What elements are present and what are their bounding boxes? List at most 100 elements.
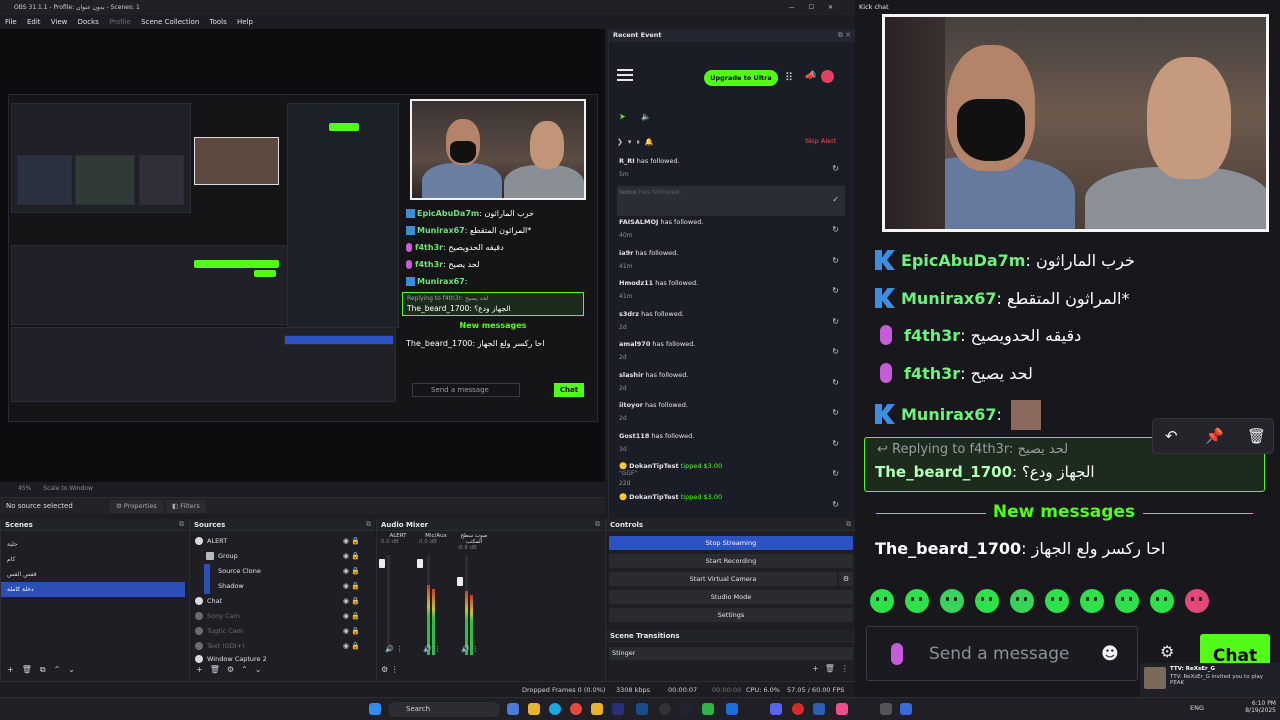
emote-icon[interactable] (870, 589, 894, 613)
megaphone-icon[interactable]: 📣 (805, 71, 816, 81)
app-icon[interactable] (813, 703, 825, 715)
mixer-fader[interactable] (379, 559, 385, 568)
speaker-icon[interactable]: 🔊 ⋮ (423, 645, 441, 653)
emote-icon[interactable] (940, 589, 964, 613)
menu-view[interactable]: View (51, 18, 68, 26)
check-icon[interactable]: ✓ (832, 195, 839, 204)
dock-float-icon[interactable]: ⧉ (846, 520, 851, 529)
menu-scene-collection[interactable]: Scene Collection (141, 18, 199, 26)
menu-profile[interactable]: Profile (109, 18, 131, 26)
new-messages-divider[interactable]: New messages (858, 500, 1270, 526)
scenes-toolbar[interactable]: +🗑⧉⌃⌄ (7, 665, 83, 675)
source-item[interactable]: Sony Cam ◉ 🔒 (190, 609, 363, 624)
transition-select[interactable]: Stinger (609, 647, 853, 660)
lock-icon[interactable]: 🔒 (351, 534, 360, 549)
event-row[interactable]: R_RI has followed. 5m ↻ (617, 155, 845, 185)
chat-username[interactable]: Munirax67 (901, 405, 996, 424)
transition-toolbar[interactable]: +🗑⋮ (812, 664, 855, 673)
replay-icon[interactable]: ↻ (832, 347, 839, 356)
replay-icon[interactable]: ↻ (832, 286, 839, 295)
delete-icon[interactable]: 🗑 (1247, 427, 1266, 445)
emote-icon[interactable] (975, 589, 999, 613)
source-item[interactable]: Shadow ◉ 🔒 (190, 579, 363, 594)
eye-icon[interactable]: ◉ (343, 534, 349, 549)
lock-icon[interactable]: 🔒 (351, 639, 360, 654)
chrome-icon[interactable] (570, 703, 582, 715)
menu-tools[interactable]: Tools (210, 18, 227, 26)
skip-alert-button[interactable]: Skip Alert (805, 137, 836, 145)
emote-icon[interactable] (1115, 589, 1139, 613)
windows-start-icon[interactable] (369, 703, 381, 715)
user-avatar[interactable] (821, 70, 834, 83)
replay-icon[interactable]: ↻ (832, 164, 839, 173)
menu-file[interactable]: File (5, 18, 17, 26)
stop-streaming-button[interactable]: Stop Streaming (609, 536, 853, 550)
event-row[interactable]: iitoyor has followed. 2d ↻ (617, 399, 845, 429)
window-controls[interactable]: —☐✕ (789, 0, 847, 15)
menu-edit[interactable]: Edit (27, 18, 41, 26)
photoshop-icon[interactable] (636, 703, 648, 715)
emote-icon[interactable] (1185, 589, 1209, 613)
language-indicator[interactable]: ENG (1190, 704, 1204, 712)
obs-icon[interactable] (659, 703, 671, 715)
announce-icon[interactable]: 🔈 (641, 112, 651, 121)
chat-settings-icon[interactable]: ⚙ (1160, 642, 1174, 661)
filters-button[interactable]: ◧ Filters (166, 500, 206, 513)
source-item[interactable]: Group ◉ 🔒 (190, 549, 363, 564)
lock-icon[interactable]: 🔒 (351, 579, 360, 594)
chat-username[interactable]: f4th3r (904, 326, 960, 345)
edge-icon[interactable] (549, 703, 561, 715)
start-virtual-camera-button[interactable]: Start Virtual Camera (609, 572, 837, 586)
discord-icon[interactable] (770, 703, 782, 715)
event-row[interactable]: ia9r has followed. 41m ↻ (617, 247, 845, 277)
pin-icon[interactable]: 📌 (1205, 427, 1224, 445)
lock-icon[interactable]: 🔒 (351, 594, 360, 609)
event-row[interactable]: Gost118 has followed. 3d ↻ (617, 430, 845, 460)
eye-icon[interactable]: ◉ (343, 594, 349, 609)
event-row[interactable]: s3drz has followed. 2d ↻ (617, 308, 845, 338)
source-item[interactable]: Text (GDI+) ◉ 🔒 (190, 639, 363, 654)
app-icon[interactable] (880, 703, 892, 715)
reply-icon[interactable]: ↶ (1165, 427, 1178, 445)
steam-icon[interactable] (680, 703, 692, 715)
hamburger-menu-icon[interactable] (617, 69, 633, 71)
event-row[interactable]: amal970 has followed. 2d ↻ (617, 338, 845, 368)
menu-help[interactable]: Help (237, 18, 253, 26)
emoji-icon[interactable]: ☻ (1101, 644, 1119, 664)
properties-button[interactable]: ⚙ Properties (110, 500, 163, 513)
source-item[interactable]: Source Clone ◉ 🔒 (190, 564, 363, 579)
eye-icon[interactable]: ◉ (343, 624, 349, 639)
chat-username[interactable]: The_beard_1700 (875, 539, 1021, 558)
mixer-fader[interactable] (457, 577, 463, 586)
event-row[interactable]: FAISALMOJ has followed. 40m ↻ (617, 216, 845, 246)
chat-username[interactable]: f4th3r (904, 364, 960, 383)
event-row[interactable]: 🪙 DokanTipTest tipped $3.00 "GGF" 22d ↻ (617, 460, 845, 490)
scene-item[interactable]: حلبة (1, 537, 188, 552)
app-icon[interactable] (792, 703, 804, 715)
replay-icon[interactable]: ↻ (832, 500, 839, 509)
replay-icon[interactable]: ↻ (832, 378, 839, 387)
message-input[interactable]: Send a message ☻ (866, 626, 1138, 681)
lock-icon[interactable]: 🔒 (351, 549, 360, 564)
replay-icon[interactable]: ↻ (832, 439, 839, 448)
emote-icon[interactable] (1150, 589, 1174, 613)
event-row[interactable]: ixmo has followed. ✓ (617, 185, 845, 216)
app-icon[interactable] (726, 703, 738, 715)
filter-pause-controls[interactable]: ❯▾⏸🔔 (617, 138, 659, 147)
mixer-settings-icon[interactable]: ⚙ ⋮ (381, 665, 399, 674)
mixer-fader[interactable] (417, 559, 423, 568)
scene-item[interactable]: قفس الفس (1, 567, 188, 582)
replay-icon[interactable]: ↻ (832, 408, 839, 417)
replay-icon[interactable]: ↻ (832, 317, 839, 326)
app-icon[interactable] (836, 703, 848, 715)
event-row[interactable]: Hmodz11 has followed. 41m ↻ (617, 277, 845, 307)
emote-icon[interactable] (1080, 589, 1104, 613)
app-icon[interactable] (528, 703, 540, 715)
virtual-camera-settings-icon[interactable]: ⚙ (839, 572, 853, 586)
replay-icon[interactable]: ↻ (832, 469, 839, 478)
start-recording-button[interactable]: Start Recording (609, 554, 853, 568)
dock-float-icon[interactable]: ⧉ (595, 520, 600, 529)
dock-float-icon[interactable]: ⧉ ✕ (838, 31, 851, 40)
lock-icon[interactable]: 🔒 (351, 609, 360, 624)
explorer-icon[interactable] (591, 703, 603, 715)
